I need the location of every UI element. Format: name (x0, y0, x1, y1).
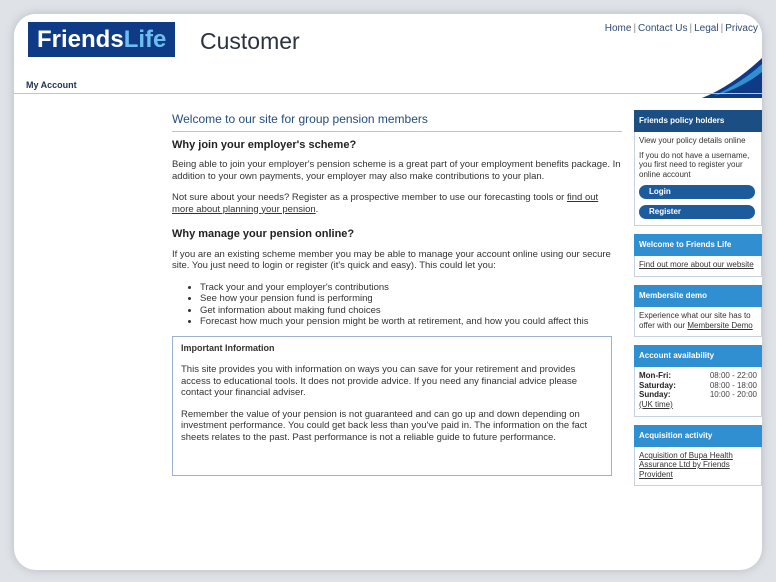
panel-account-availability: Account availability Mon-Fri: 08:00 - 22:… (634, 345, 762, 417)
list-item: See how your pension fund is performing (200, 293, 622, 305)
privacy-link[interactable]: Privacy (725, 23, 758, 34)
panel-body: Find out more about our website (634, 256, 762, 277)
needs-text-prefix: Not sure about your needs? Register as a… (172, 192, 567, 203)
acquisition-link[interactable]: Acquisition of Bupa Health Assurance Ltd… (639, 451, 733, 479)
day-cell: Sunday: (639, 390, 671, 400)
my-account-nav[interactable]: My Account (26, 80, 77, 90)
table-row: Mon-Fri: 08:00 - 22:00 (639, 371, 757, 381)
day-cell: Mon-Fri: (639, 371, 671, 381)
panel-title: Welcome to Friends Life (634, 234, 762, 257)
section-heading-online: Why manage your pension online? (172, 228, 355, 240)
list-item: Forecast how much your pension might be … (200, 316, 622, 328)
table-row: Saturday: 08:00 - 18:00 (639, 381, 757, 391)
browser-frame: FriendsLife Customer Home | Contact Us | Leg… (14, 14, 762, 570)
link-separator: | (720, 23, 724, 34)
home-link[interactable]: Home (605, 23, 632, 34)
site-subtitle: Customer (200, 28, 300, 54)
benefits-list: Track your and your employer's contribut… (172, 282, 622, 328)
site-header: FriendsLife Customer Home | Contact Us | Leg… (14, 14, 762, 98)
list-item: Track your and your employer's contribut… (200, 282, 622, 294)
panel-title: Account availability (634, 345, 762, 368)
important-paragraph-value: Remember the value of your pension is no… (181, 408, 588, 443)
membersite-demo-link[interactable]: Membersite Demo (687, 321, 752, 330)
availability-table: Mon-Fri: 08:00 - 22:00 Saturday: 08:00 - 1… (639, 371, 757, 400)
account-navbar: My Account (14, 80, 762, 94)
panel-body: Acquisition of Bupa Health Assurance Ltd… (634, 446, 762, 487)
page-title: Welcome to our site for group pension me… (172, 113, 622, 132)
panel-body: Experience what our site has to offer wi… (634, 306, 762, 338)
register-button[interactable]: Register (639, 205, 755, 220)
paragraph-needs: Not sure about your needs? Register as a… (172, 192, 622, 215)
legal-link[interactable]: Legal (694, 23, 718, 34)
section-heading-join: Why join your employer's scheme? (172, 138, 357, 151)
top-links: Home | Contact Us | Legal | Privacy (605, 23, 758, 34)
panel-welcome: Welcome to Friends Life Find out more ab… (634, 234, 762, 277)
find-out-more-link[interactable]: Find out more about our website (639, 260, 754, 269)
contact-us-link[interactable]: Contact Us (638, 23, 687, 34)
important-paragraph-advice: This site provides you with information … (181, 364, 578, 398)
uk-time-link[interactable]: (UK time) (639, 400, 673, 409)
logo-life-text: Life (123, 26, 167, 53)
time-cell: 10:00 - 20:00 (709, 390, 757, 400)
important-information-title: Important Information (181, 342, 275, 353)
logo-friends-text: Friends (37, 26, 124, 53)
panel-policy-holders: Friends policy holders View your policy … (634, 110, 762, 227)
right-sidebar: Friends policy holders View your policy … (634, 110, 762, 494)
time-cell: 08:00 - 18:00 (709, 380, 757, 390)
panel-acquisition: Acquisition activity Acquisition of Bupa… (634, 424, 762, 487)
link-separator: | (633, 23, 637, 34)
panel-body: View your policy details online If you d… (634, 132, 762, 227)
register-hint-text: If you do not have a username, you first… (639, 150, 750, 179)
policy-text: View your policy details online (639, 136, 746, 145)
day-cell: Saturday: (639, 380, 676, 390)
friends-life-logo[interactable]: FriendsLife (28, 22, 176, 57)
panel-title: Friends policy holders (634, 110, 762, 132)
table-row: Sunday: 10:00 - 20:00 (639, 390, 757, 400)
list-item: Get information about making fund choice… (200, 305, 622, 317)
panel-title: Membersite demo (634, 284, 762, 307)
paragraph-online: If you are an existing scheme member you… (172, 248, 611, 272)
time-cell: 08:00 - 22:00 (709, 371, 757, 381)
panel-body: Mon-Fri: 08:00 - 22:00 Saturday: 08:00 - 1… (634, 367, 762, 417)
panel-title: Acquisition activity (634, 424, 762, 447)
important-information-box: Important Information This site provides… (172, 335, 612, 476)
panel-membersite-demo: Membersite demo Experience what our site… (634, 284, 762, 338)
needs-text-suffix: . (315, 203, 319, 215)
paragraph-join: Being able to join your employer's pensi… (172, 159, 621, 182)
login-button[interactable]: Login (639, 185, 755, 200)
link-separator: | (689, 23, 693, 34)
